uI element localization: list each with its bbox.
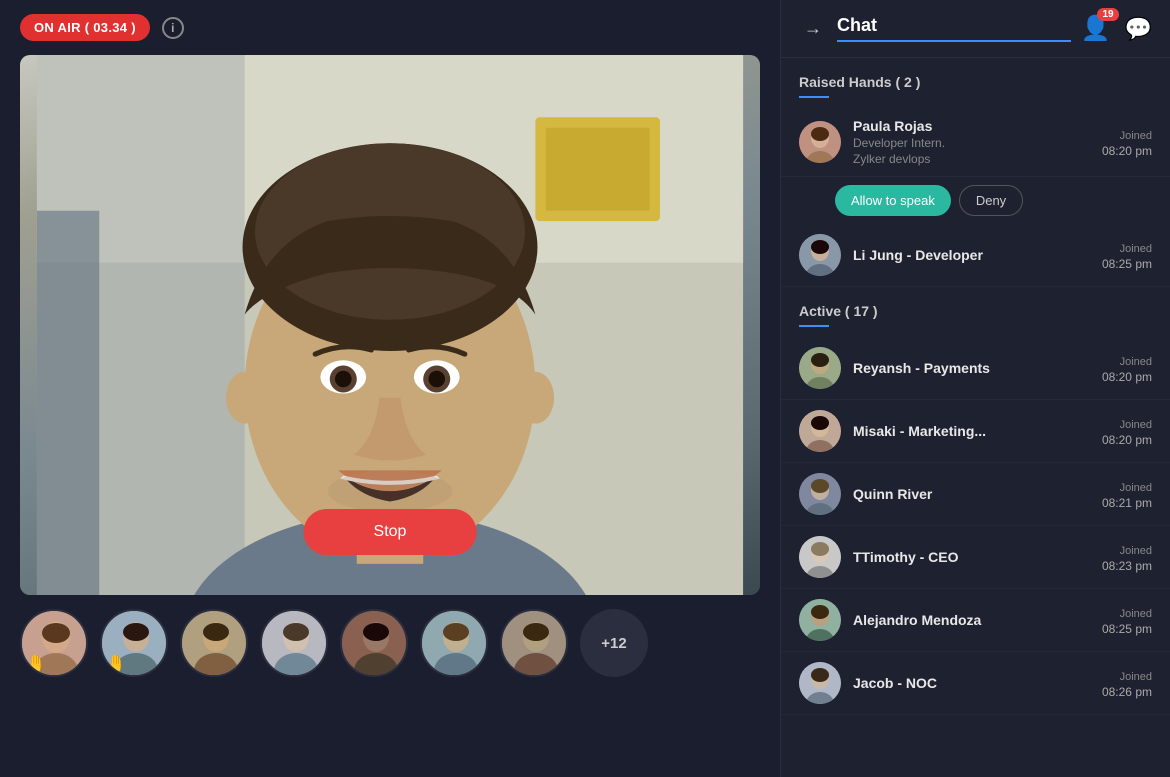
strip-avatar-7[interactable]: [500, 609, 568, 677]
avatar-alejandro: [799, 599, 841, 641]
participant-info-timothy: TTimothy - CEO: [853, 549, 1090, 565]
participant-row-reyansh: Reyansh - Payments Joined 08:20 pm: [781, 337, 1170, 400]
strip-avatar-5[interactable]: [340, 609, 408, 677]
participant-meta-reyansh: Joined 08:20 pm: [1102, 352, 1152, 384]
participant-info-alejandro: Alejandro Mendoza: [853, 612, 1090, 628]
join-time-reyansh: 08:20 pm: [1102, 370, 1152, 384]
strip-avatar-2[interactable]: 🤚: [100, 609, 168, 677]
avatar-paula: [799, 121, 841, 163]
joined-label-reyansh: Joined: [1120, 356, 1152, 368]
join-time-alejandro: 08:25 pm: [1102, 622, 1152, 636]
avatar-quinn: [799, 473, 841, 515]
active-header: Active ( 17 ): [781, 287, 1170, 325]
more-count[interactable]: +12: [580, 609, 648, 677]
participant-meta-lijung: Joined 08:25 pm: [1102, 239, 1152, 271]
active-divider: [799, 325, 829, 327]
participants-list: Raised Hands ( 2 ) Paula Rojas Developer…: [781, 58, 1170, 777]
people-icon-button[interactable]: 👤 19: [1081, 14, 1111, 43]
chat-header: → Chat 👤 19 💬: [781, 0, 1170, 58]
right-panel: → Chat 👤 19 💬 Raised Hands ( 2 ): [780, 0, 1170, 777]
join-time-timothy: 08:23 pm: [1102, 559, 1152, 573]
participant-name-quinn: Quinn River: [853, 486, 1090, 502]
join-time-lijung: 08:25 pm: [1102, 257, 1152, 271]
participant-row-paula: Paula Rojas Developer Intern. Zylker dev…: [781, 108, 1170, 177]
participant-row-quinn: Quinn River Joined 08:21 pm: [781, 463, 1170, 526]
avatar-reyansh: [799, 347, 841, 389]
strip-avatar-6[interactable]: [420, 609, 488, 677]
participant-name-lijung: Li Jung - Developer: [853, 247, 1090, 263]
participant-info-jacob: Jacob - NOC: [853, 675, 1090, 691]
raised-hands-divider: [799, 96, 829, 98]
joined-label-paula: Joined: [1120, 130, 1152, 142]
joined-label-lijung: Joined: [1120, 243, 1152, 255]
participant-meta-paula: Joined 08:20 pm: [1102, 126, 1152, 158]
participant-name-timothy: TTimothy - CEO: [853, 549, 1090, 565]
raised-hands-header: Raised Hands ( 2 ): [781, 58, 1170, 96]
join-time-misaki: 08:20 pm: [1102, 433, 1152, 447]
strip-avatar-1[interactable]: 🤚: [20, 609, 88, 677]
joined-label-quinn: Joined: [1120, 482, 1152, 494]
participant-info-paula: Paula Rojas Developer Intern. Zylker dev…: [853, 118, 1090, 166]
participant-info-reyansh: Reyansh - Payments: [853, 360, 1090, 376]
participant-meta-timothy: Joined 08:23 pm: [1102, 541, 1152, 573]
avatar-lijung: [799, 234, 841, 276]
info-icon[interactable]: i: [162, 17, 184, 39]
left-panel: ON AIR ( 03.34 ) i: [0, 0, 780, 777]
participant-meta-misaki: Joined 08:20 pm: [1102, 415, 1152, 447]
avatar-misaki: [799, 410, 841, 452]
participant-name-alejandro: Alejandro Mendoza: [853, 612, 1090, 628]
participant-name-jacob: Jacob - NOC: [853, 675, 1090, 691]
strip-avatar-3[interactable]: [180, 609, 248, 677]
chat-title[interactable]: Chat: [837, 15, 1071, 42]
header-icons: 👤 19 💬: [1081, 14, 1152, 43]
join-time-jacob: 08:26 pm: [1102, 685, 1152, 699]
top-bar: ON AIR ( 03.34 ) i: [0, 0, 780, 55]
on-air-badge: ON AIR ( 03.34 ): [20, 14, 150, 41]
strip-avatar-4[interactable]: [260, 609, 328, 677]
participant-row-alejandro: Alejandro Mendoza Joined 08:25 pm: [781, 589, 1170, 652]
paula-action-buttons: Allow to speak Deny: [781, 185, 1170, 224]
participant-meta-quinn: Joined 08:21 pm: [1102, 478, 1152, 510]
participant-info-misaki: Misaki - Marketing...: [853, 423, 1090, 439]
participant-name-misaki: Misaki - Marketing...: [853, 423, 1090, 439]
participant-row-misaki: Misaki - Marketing... Joined 08:20 pm: [781, 400, 1170, 463]
back-arrow[interactable]: →: [799, 15, 827, 43]
joined-label-alejandro: Joined: [1120, 608, 1152, 620]
participant-name-paula: Paula Rojas: [853, 118, 1090, 134]
video-container: Stop: [20, 55, 760, 595]
participant-info-lijung: Li Jung - Developer: [853, 247, 1090, 263]
participant-role-paula: Developer Intern.: [853, 136, 1090, 150]
avatar-jacob: [799, 662, 841, 704]
chat-bubble-icon[interactable]: 💬: [1125, 16, 1152, 42]
joined-label-jacob: Joined: [1120, 671, 1152, 683]
join-time-quinn: 08:21 pm: [1102, 496, 1152, 510]
joined-label-misaki: Joined: [1120, 419, 1152, 431]
participants-strip: 🤚 🤚: [0, 595, 780, 691]
deny-button[interactable]: Deny: [959, 185, 1023, 216]
allow-speak-button[interactable]: Allow to speak: [835, 185, 951, 216]
participant-name-reyansh: Reyansh - Payments: [853, 360, 1090, 376]
join-time-paula: 08:20 pm: [1102, 144, 1152, 158]
participant-info-quinn: Quinn River: [853, 486, 1090, 502]
participant-row-lijung: Li Jung - Developer Joined 08:25 pm: [781, 224, 1170, 287]
participant-meta-alejandro: Joined 08:25 pm: [1102, 604, 1152, 636]
participant-badge: 19: [1097, 8, 1118, 21]
avatar-timothy: [799, 536, 841, 578]
participant-org-paula: Zylker devlops: [853, 152, 1090, 166]
participant-row-jacob: Jacob - NOC Joined 08:26 pm: [781, 652, 1170, 715]
participant-meta-jacob: Joined 08:26 pm: [1102, 667, 1152, 699]
participant-row-timothy: TTimothy - CEO Joined 08:23 pm: [781, 526, 1170, 589]
stop-button[interactable]: Stop: [304, 509, 477, 555]
joined-label-timothy: Joined: [1120, 545, 1152, 557]
